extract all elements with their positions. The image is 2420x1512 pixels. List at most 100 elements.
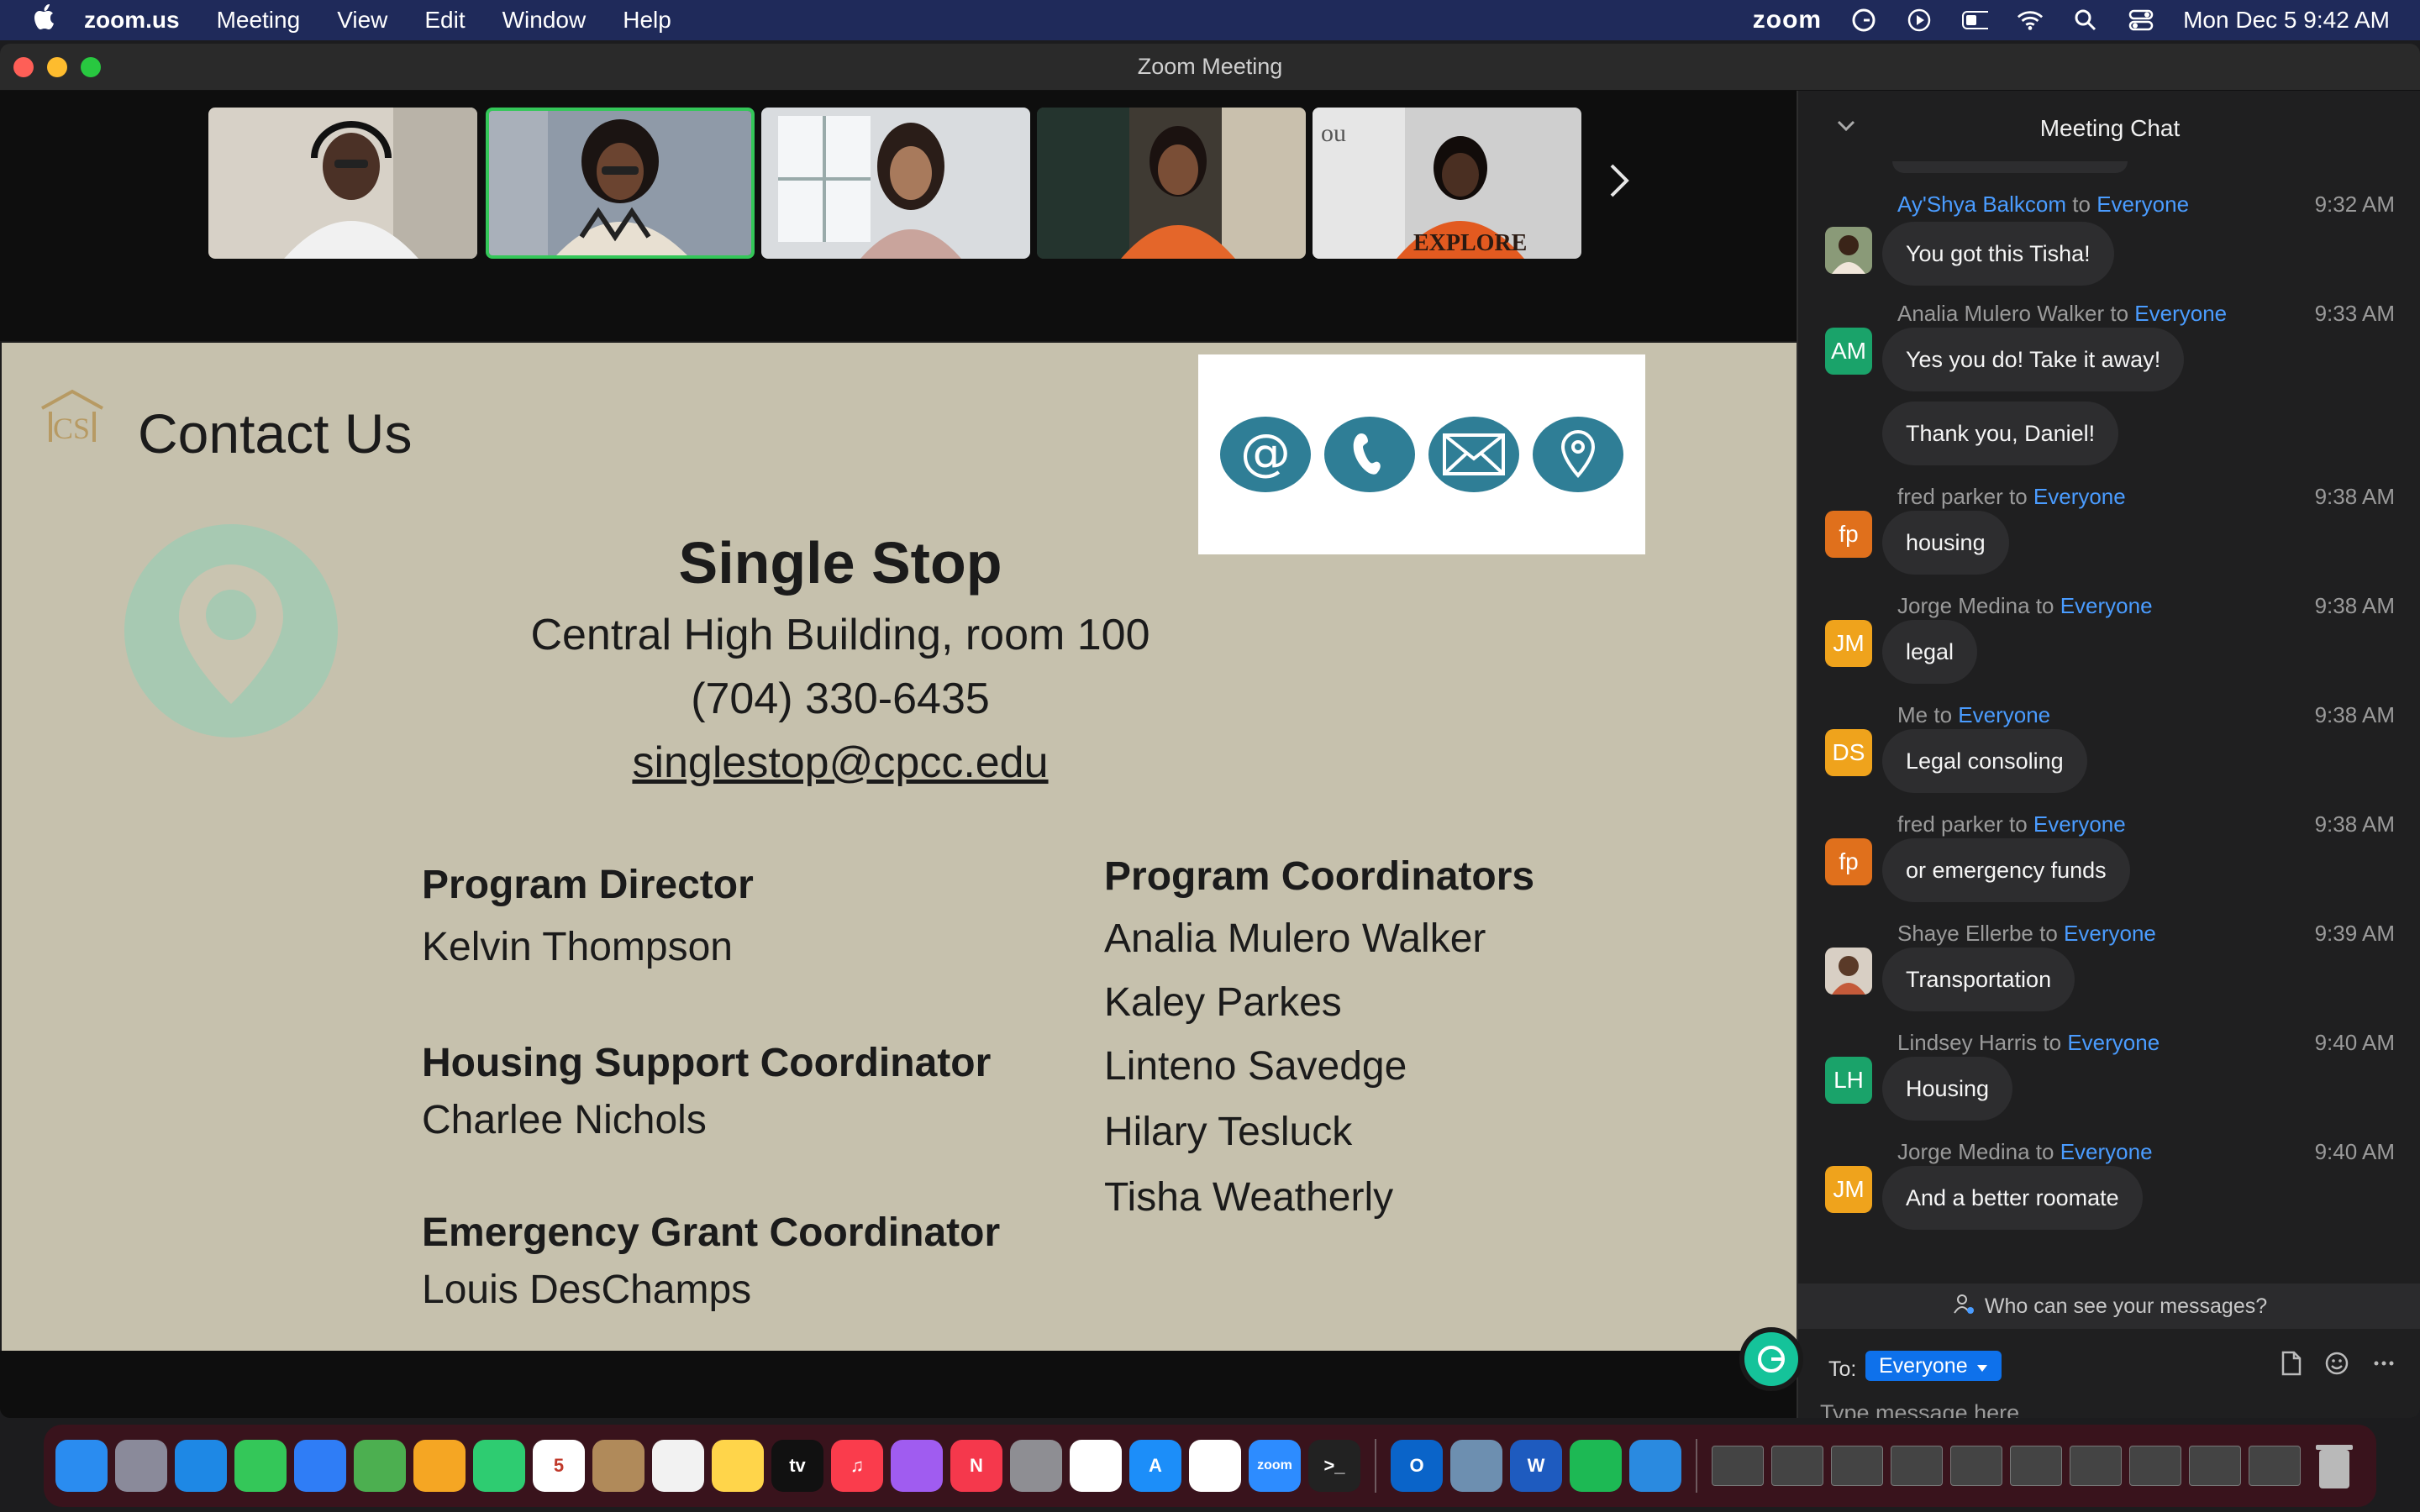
chevron-right-icon[interactable] xyxy=(1607,160,1632,210)
sender-name[interactable]: Jorge Medina xyxy=(1897,1139,2030,1164)
minimized-window-thumbnail[interactable] xyxy=(1771,1446,1823,1486)
message-bubble[interactable]: Legal consoling xyxy=(1882,729,2087,793)
minimized-window-thumbnail[interactable] xyxy=(1831,1446,1883,1486)
menu-meeting[interactable]: Meeting xyxy=(217,7,301,34)
control-center-icon[interactable] xyxy=(2128,7,2154,34)
preview-app-icon[interactable] xyxy=(1450,1440,1502,1492)
message-bubble[interactable]: Housing xyxy=(1882,1057,2013,1121)
sender-name[interactable]: fred parker xyxy=(1897,484,2003,509)
minimized-window-thumbnail[interactable] xyxy=(2070,1446,2122,1486)
recipient-dropdown[interactable]: Everyone xyxy=(1865,1351,2002,1381)
participant-video[interactable]: ou EXPLORE xyxy=(1313,108,1581,259)
zoom-button[interactable] xyxy=(81,57,101,77)
message-bubble[interactable]: Transportation xyxy=(1882,948,2075,1011)
app-store-app-icon[interactable]: A xyxy=(1129,1440,1181,1492)
calendar-app-icon[interactable]: 5 xyxy=(533,1440,585,1492)
avatar[interactable]: fp xyxy=(1825,511,1872,558)
safari-app-icon[interactable] xyxy=(175,1440,227,1492)
notes-app-icon[interactable] xyxy=(712,1440,764,1492)
audience[interactable]: Everyone xyxy=(2033,811,2126,837)
minimized-window-thumbnail[interactable] xyxy=(1891,1446,1943,1486)
audience[interactable]: Everyone xyxy=(1958,702,2050,727)
music-app-icon[interactable]: ♫ xyxy=(831,1440,883,1492)
who-can-see-messages[interactable]: Who can see your messages? xyxy=(1798,1284,2420,1329)
menu-view[interactable]: View xyxy=(337,7,387,34)
emoji-icon[interactable] xyxy=(2324,1351,2349,1382)
message-bubble[interactable]: Yes you do! Take it away! xyxy=(1882,328,2185,391)
participant-video[interactable] xyxy=(208,108,477,259)
vscode-app-icon[interactable] xyxy=(1629,1440,1681,1492)
grammarly-icon[interactable] xyxy=(1850,7,1877,34)
trash-icon[interactable] xyxy=(2308,1440,2360,1492)
chevron-down-icon[interactable] xyxy=(1837,111,1855,138)
app-menu[interactable]: zoom.us xyxy=(84,7,180,34)
system-preferences-app-icon[interactable] xyxy=(1010,1440,1062,1492)
participant-video-active-speaker[interactable] xyxy=(486,108,755,259)
maps-app-icon[interactable] xyxy=(354,1440,406,1492)
avatar[interactable] xyxy=(1825,227,1872,274)
tv-app-icon[interactable]: tv xyxy=(771,1440,823,1492)
minimized-window-thumbnail[interactable] xyxy=(1712,1446,1764,1486)
clock[interactable]: Mon Dec 5 9:42 AM xyxy=(2183,7,2390,34)
avatar[interactable] xyxy=(1825,948,1872,995)
minimize-button[interactable] xyxy=(47,57,67,77)
message-input[interactable] xyxy=(1820,1396,2375,1418)
avatar[interactable]: LH xyxy=(1825,1057,1872,1104)
avatar[interactable]: JM xyxy=(1825,1166,1872,1213)
avatar[interactable]: JM xyxy=(1825,620,1872,667)
wifi-icon[interactable] xyxy=(2017,7,2044,34)
audience[interactable]: Everyone xyxy=(2064,921,2156,946)
contacts-app-icon[interactable] xyxy=(592,1440,644,1492)
minimized-window-thumbnail[interactable] xyxy=(2129,1446,2181,1486)
launchpad-app-icon[interactable] xyxy=(115,1440,167,1492)
sender-name[interactable]: Shaye Ellerbe xyxy=(1897,921,2033,946)
message-bubble[interactable]: Thank you, Daniel! xyxy=(1882,402,2119,465)
zoom-app-icon[interactable]: zoom xyxy=(1249,1440,1301,1492)
terminal-app-icon[interactable]: >_ xyxy=(1308,1440,1360,1492)
participant-video[interactable] xyxy=(1037,108,1306,259)
audience[interactable]: Everyone xyxy=(2067,1030,2160,1055)
sender-name[interactable]: Lindsey Harris xyxy=(1897,1030,2037,1055)
mail-app-icon[interactable] xyxy=(294,1440,346,1492)
audience[interactable]: Everyone xyxy=(2134,301,2227,326)
sender-name[interactable]: fred parker xyxy=(1897,811,2003,837)
sender-name[interactable]: Me xyxy=(1897,702,1928,727)
chrome-app-icon[interactable] xyxy=(1189,1440,1241,1492)
message-bubble[interactable]: You got this Tisha! xyxy=(1882,222,2114,286)
more-options-icon[interactable] xyxy=(2371,1351,2396,1382)
audience[interactable]: Everyone xyxy=(2060,1139,2153,1164)
facetime-app-icon[interactable] xyxy=(473,1440,525,1492)
apple-icon[interactable] xyxy=(34,3,84,38)
minimized-window-thumbnail[interactable] xyxy=(2010,1446,2062,1486)
zoom-status-menu[interactable]: zoom xyxy=(1753,6,1822,34)
participant-video[interactable] xyxy=(761,108,1030,259)
avatar[interactable]: AM xyxy=(1825,328,1872,375)
sender-name[interactable]: Jorge Medina xyxy=(1897,593,2030,618)
audience[interactable]: Everyone xyxy=(2033,484,2126,509)
menu-window[interactable]: Window xyxy=(502,7,587,34)
sender-name[interactable]: Ay'Shya Balkcom xyxy=(1897,192,2066,217)
avatar[interactable]: DS xyxy=(1825,729,1872,776)
news-app-icon[interactable]: N xyxy=(950,1440,1002,1492)
file-icon[interactable] xyxy=(2281,1351,2302,1382)
menu-edit[interactable]: Edit xyxy=(424,7,465,34)
sender-name[interactable]: Analia Mulero Walker xyxy=(1897,301,2104,326)
close-button[interactable] xyxy=(13,57,34,77)
minimized-window-thumbnail[interactable] xyxy=(1950,1446,2002,1486)
message-bubble[interactable]: And a better roomate xyxy=(1882,1166,2143,1230)
message-bubble[interactable]: legal xyxy=(1882,620,1978,684)
outlook-app-icon[interactable]: O xyxy=(1391,1440,1443,1492)
spotify-app-icon[interactable] xyxy=(1570,1440,1622,1492)
message-bubble[interactable]: or emergency funds xyxy=(1882,838,2130,902)
messages-app-icon[interactable] xyxy=(234,1440,287,1492)
menu-help[interactable]: Help xyxy=(623,7,671,34)
audience[interactable]: Everyone xyxy=(2096,192,2189,217)
audience[interactable]: Everyone xyxy=(2060,593,2153,618)
grammarly-button[interactable] xyxy=(1739,1327,1803,1391)
finder-app-icon[interactable] xyxy=(55,1440,108,1492)
photos-app-icon[interactable] xyxy=(413,1440,466,1492)
slack-app-icon[interactable] xyxy=(1070,1440,1122,1492)
message-bubble[interactable]: housing xyxy=(1882,511,2009,575)
email-link[interactable]: singlestop@cpcc.edu xyxy=(632,738,1048,787)
minimized-window-thumbnail[interactable] xyxy=(2249,1446,2301,1486)
